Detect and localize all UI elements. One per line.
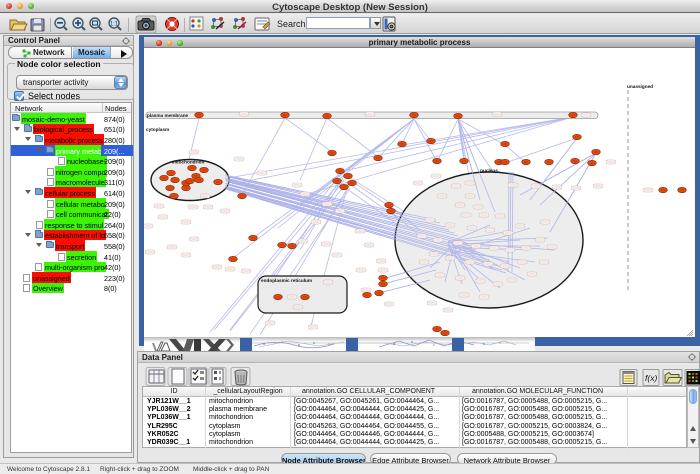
svg-text:cytoplasm: cytoplasm <box>146 127 169 132</box>
svg-text:1:1: 1:1 <box>110 22 119 28</box>
svg-text:f(x): f(x) <box>645 373 657 383</box>
svg-text:endoplasmic reticulum: endoplasmic reticulum <box>261 278 312 283</box>
svg-text:nucleus: nucleus <box>480 168 498 173</box>
svg-text:unassigned: unassigned <box>627 84 653 89</box>
svg-text:plasma membrane: plasma membrane <box>147 113 189 118</box>
svg-text:mitochondrion: mitochondrion <box>172 160 205 165</box>
